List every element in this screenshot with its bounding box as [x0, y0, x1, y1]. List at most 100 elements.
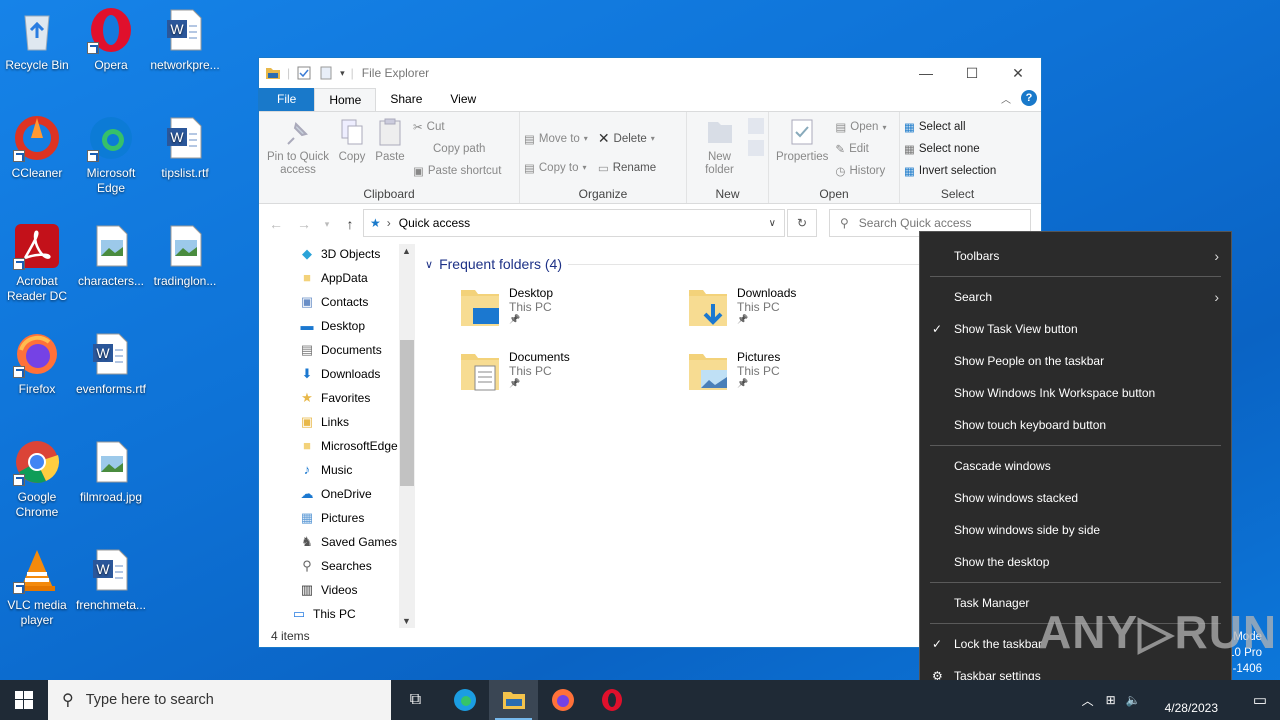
menu-item-side-by-side[interactable]: Show windows side by side: [920, 514, 1231, 546]
scroll-thumb[interactable]: [400, 340, 414, 486]
edit-button[interactable]: ✎ Edit: [835, 138, 886, 160]
volume-icon[interactable]: 🔈: [1126, 693, 1141, 707]
nav-item[interactable]: ◆ 3D Objects: [259, 244, 417, 266]
new-folder-icon[interactable]: [318, 65, 334, 81]
maximize-button[interactable]: ☐: [949, 58, 995, 88]
chevron-up-icon[interactable]: ︿: [1001, 91, 1011, 106]
folder-tile[interactable]: Downloads This PC 📌: [687, 286, 907, 342]
nav-item[interactable]: ▬ Desktop: [259, 314, 417, 338]
nav-item[interactable]: ■ MicrosoftEdge: [259, 434, 417, 458]
menu-item-show-people[interactable]: Show People on the taskbar: [920, 345, 1231, 377]
notification-icon[interactable]: ▭: [1240, 691, 1280, 709]
menu-item-toolbars[interactable]: Toolbars ›: [920, 240, 1231, 272]
select-none-button[interactable]: ▦ Select none: [904, 138, 1011, 160]
new-folder-button[interactable]: New folder: [691, 116, 748, 177]
properties-button[interactable]: Properties: [773, 116, 831, 182]
chevron-down-icon[interactable]: ∨: [769, 218, 776, 229]
menu-item-search[interactable]: Search ›: [920, 281, 1231, 313]
desktop-icon[interactable]: Recycle Bin: [0, 6, 74, 73]
clock-date[interactable]: 4/28/2023: [1165, 701, 1218, 715]
help-icon[interactable]: ?: [1021, 90, 1037, 106]
network-icon[interactable]: ⊞: [1106, 693, 1116, 707]
nav-item[interactable]: ⬇ Downloads: [259, 362, 417, 386]
scroll-down-icon[interactable]: ▼: [402, 616, 411, 626]
desktop-icon[interactable]: Wfrenchmeta...: [74, 546, 148, 613]
invert-selection-button[interactable]: ▦ Invert selection: [904, 160, 1011, 182]
delete-button[interactable]: ✕ Delete ▾: [598, 124, 656, 153]
history-button[interactable]: ◷ History: [835, 160, 886, 182]
nav-item[interactable]: ♪ Music: [259, 458, 417, 482]
taskbar-search-input[interactable]: ⚲ Type here to search: [48, 680, 391, 720]
pin-quick-access-button[interactable]: Pin to Quick access: [263, 116, 333, 182]
back-button[interactable]: ←: [265, 216, 287, 232]
desktop-icon[interactable]: Google Chrome: [0, 438, 74, 520]
folder-tile[interactable]: Documents This PC 📌: [459, 350, 679, 406]
taskbar-firefox[interactable]: [538, 680, 587, 720]
menu-item-show-ink[interactable]: Show Windows Ink Workspace button: [920, 377, 1231, 409]
nav-item[interactable]: ▣ Contacts: [259, 290, 417, 314]
select-all-button[interactable]: ▦ Select all: [904, 116, 1011, 138]
desktop-icon[interactable]: Wnetworkpre...: [148, 6, 222, 73]
nav-item[interactable]: ▭ This PC: [259, 602, 417, 626]
menu-item-cascade[interactable]: Cascade windows: [920, 450, 1231, 482]
nav-item[interactable]: ⚲ Searches: [259, 554, 417, 578]
cut-button[interactable]: ✂ Cut: [413, 116, 501, 138]
nav-item[interactable]: ▦ Pictures: [259, 506, 417, 530]
open-button[interactable]: ▤ Open ▾: [835, 116, 886, 138]
menu-item-show-task-view[interactable]: ✓ Show Task View button: [920, 313, 1231, 345]
address-bar[interactable]: ★ › Quick access ∨: [363, 209, 785, 237]
desktop-icon[interactable]: characters...: [74, 222, 148, 289]
close-button[interactable]: ✕: [995, 58, 1041, 88]
desktop-icon[interactable]: Acrobat Reader DC: [0, 222, 74, 304]
chevron-up-icon[interactable]: ︿: [1082, 692, 1094, 709]
scroll-up-icon[interactable]: ▲: [402, 246, 411, 256]
desktop-icon[interactable]: filmroad.jpg: [74, 438, 148, 505]
easy-access-icon[interactable]: [748, 140, 764, 156]
desktop-icon[interactable]: VLC media player: [0, 546, 74, 628]
navigation-scrollbar[interactable]: ▲ ▼: [399, 244, 415, 628]
nav-item[interactable]: ▤ Documents: [259, 338, 417, 362]
tab-home[interactable]: Home: [314, 88, 377, 111]
paste-shortcut-button[interactable]: ▣ Paste shortcut: [413, 160, 501, 182]
forward-button[interactable]: →: [293, 216, 315, 232]
taskbar-opera[interactable]: [587, 680, 636, 720]
nav-item[interactable]: ★ Favorites: [259, 386, 417, 410]
up-button[interactable]: ↑: [339, 216, 361, 232]
desktop-icon[interactable]: tradinglon...: [148, 222, 222, 289]
tab-file[interactable]: File: [259, 88, 315, 111]
refresh-button[interactable]: ↻: [787, 209, 817, 237]
copy-to-button[interactable]: ▤ Copy to ▾: [524, 153, 588, 182]
desktop-icon[interactable]: Wevenforms.rtf: [74, 330, 148, 397]
minimize-button[interactable]: —: [903, 58, 949, 88]
tab-view[interactable]: View: [436, 88, 490, 111]
desktop-icon[interactable]: Firefox: [0, 330, 74, 397]
rename-button[interactable]: ▭ Rename: [598, 153, 656, 182]
menu-item-show-touch-keyboard[interactable]: Show touch keyboard button: [920, 409, 1231, 441]
start-button[interactable]: [0, 680, 48, 720]
tab-share[interactable]: Share: [376, 88, 436, 111]
desktop-icon[interactable]: Microsoft Edge: [74, 114, 148, 196]
copy-button[interactable]: Copy: [333, 116, 371, 182]
folder-tile[interactable]: Desktop This PC 📌: [459, 286, 679, 342]
menu-item-show-desktop[interactable]: Show the desktop: [920, 546, 1231, 578]
paste-button[interactable]: Paste: [371, 116, 409, 182]
taskbar-file-explorer[interactable]: [489, 680, 538, 720]
task-view-button[interactable]: ⧉: [391, 680, 440, 720]
taskbar-edge[interactable]: [440, 680, 489, 720]
folder-tile[interactable]: Pictures This PC 📌: [687, 350, 907, 406]
nav-item[interactable]: ▣ Links: [259, 410, 417, 434]
copy-path-button[interactable]: Copy path: [413, 138, 501, 160]
desktop-icon[interactable]: Opera: [74, 6, 148, 73]
desktop-icon[interactable]: Wtipslist.rtf: [148, 114, 222, 181]
nav-item[interactable]: ♞ Saved Games: [259, 530, 417, 554]
recent-locations-button[interactable]: ▾: [321, 219, 333, 230]
nav-item[interactable]: ☁ OneDrive: [259, 482, 417, 506]
chevron-down-icon[interactable]: ▾: [340, 68, 345, 79]
nav-item[interactable]: ■ AppData: [259, 266, 417, 290]
menu-item-stacked[interactable]: Show windows stacked: [920, 482, 1231, 514]
properties-icon[interactable]: [296, 65, 312, 81]
desktop-icon[interactable]: CCleaner: [0, 114, 74, 181]
move-to-button[interactable]: ▤ Move to ▾: [524, 124, 588, 153]
nav-item[interactable]: ▥ Videos: [259, 578, 417, 602]
new-item-icon[interactable]: [748, 118, 764, 134]
